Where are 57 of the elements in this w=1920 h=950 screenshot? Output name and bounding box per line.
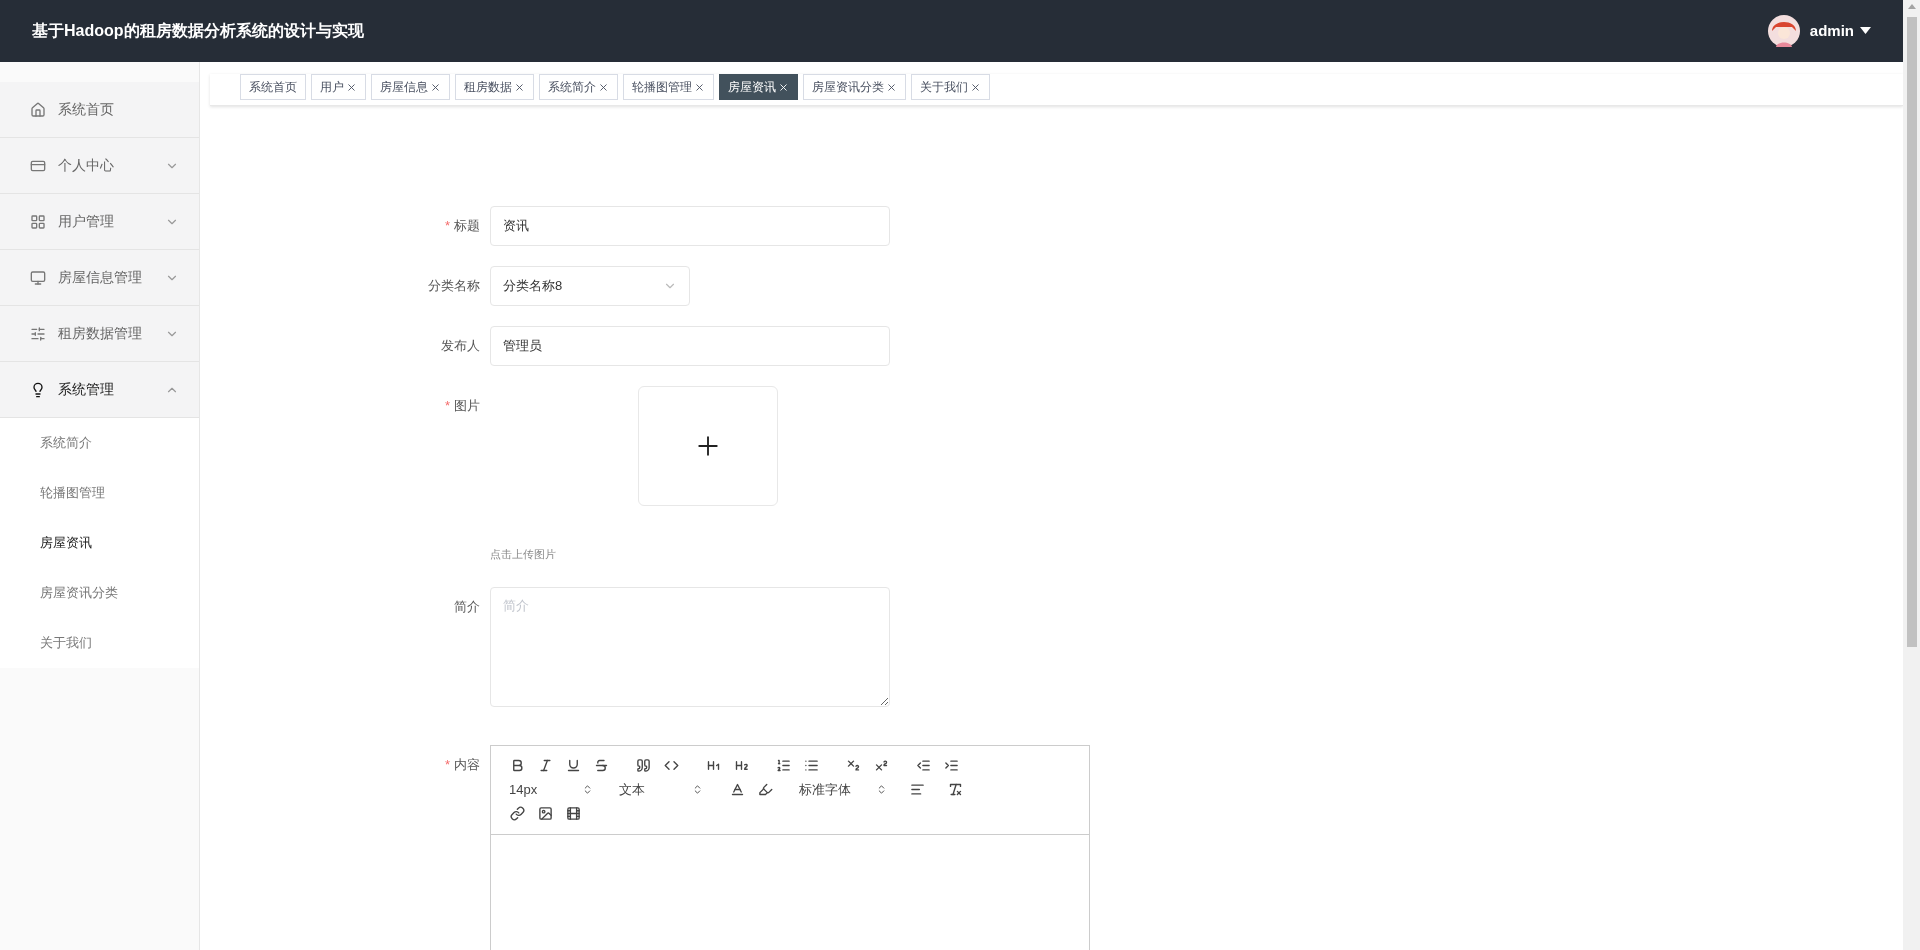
font-picker[interactable]: 文本 xyxy=(613,777,709,802)
close-icon[interactable] xyxy=(514,81,525,93)
lightbulb-icon xyxy=(30,381,46,398)
page-tab[interactable]: 房屋信息 xyxy=(371,74,450,100)
select-field[interactable]: 分类名称8 xyxy=(490,266,690,306)
field-label: 发布人 xyxy=(441,337,480,356)
updown-icon xyxy=(876,784,887,795)
page-tab[interactable]: 轮播图管理 xyxy=(623,74,714,100)
font-picker[interactable]: 标准字体 xyxy=(793,777,893,802)
submenu-item[interactable]: 关于我们 xyxy=(0,618,199,668)
page-tab[interactable]: 租房数据 xyxy=(455,74,534,100)
field-label: 分类名称 xyxy=(428,277,480,296)
close-icon[interactable] xyxy=(346,81,357,93)
sidebar-item[interactable]: 个人中心 xyxy=(0,138,199,194)
close-icon[interactable] xyxy=(778,81,789,93)
page-tab[interactable]: 关于我们 xyxy=(911,74,990,100)
upload-hint: 点击上传图片 xyxy=(490,547,557,562)
submenu-item[interactable]: 房屋资讯 xyxy=(0,518,199,568)
sidebar-item[interactable]: 租房数据管理 xyxy=(0,306,199,362)
field-label: * 内容 xyxy=(444,755,480,774)
field-label: * 标题 xyxy=(444,217,480,236)
caret-down-icon[interactable] xyxy=(1860,27,1871,35)
app-title: 基于Hadoop的租房数据分析系统的设计与实现 xyxy=(32,21,365,41)
field-label: 简介 xyxy=(454,597,480,616)
submenu-item[interactable]: 轮播图管理 xyxy=(0,468,199,518)
sidebar-item[interactable]: 系统首页 xyxy=(0,82,199,138)
scroll-up-arrow-icon xyxy=(1907,4,1916,9)
updown-icon xyxy=(692,784,703,795)
sidebar-item[interactable]: 房屋信息管理 xyxy=(0,250,199,306)
submenu-item[interactable]: 房屋资讯分类 xyxy=(0,568,199,618)
text-field[interactable]: 管理员 xyxy=(490,326,890,366)
sliders-icon xyxy=(30,325,46,342)
home-icon xyxy=(30,101,46,118)
text-field[interactable]: 资讯 xyxy=(490,206,890,246)
font-picker[interactable]: 14px xyxy=(503,777,599,802)
sidebar-item[interactable]: 系统管理 xyxy=(0,362,199,418)
close-icon[interactable] xyxy=(886,81,897,93)
text-area[interactable]: 简介 xyxy=(490,586,890,707)
scroll-thumb[interactable] xyxy=(1906,17,1917,647)
monitor-icon xyxy=(30,269,46,286)
updown-icon xyxy=(582,784,593,795)
close-icon[interactable] xyxy=(598,81,609,93)
page-tab[interactable]: 系统简介 xyxy=(539,74,618,100)
page-tab[interactable]: 房屋资讯 xyxy=(719,74,798,100)
page-tab[interactable]: 房屋资讯分类 xyxy=(803,74,906,100)
user-name[interactable]: admin xyxy=(1809,19,1854,43)
page-tab[interactable]: 系统首页 xyxy=(240,74,306,100)
rich-text-editor[interactable]: 14px 文本 标准字体 xyxy=(490,744,1090,950)
close-icon[interactable] xyxy=(694,81,705,93)
field-label: * 图片 xyxy=(444,397,480,416)
page-tab[interactable]: 用户 xyxy=(311,74,366,100)
avatar-icon xyxy=(1767,15,1800,47)
submenu-item[interactable]: 系统简介 xyxy=(0,418,199,468)
close-icon[interactable] xyxy=(430,81,441,93)
close-icon[interactable] xyxy=(970,81,981,93)
sidebar-item[interactable]: 用户管理 xyxy=(0,194,199,250)
grid-icon xyxy=(30,213,46,230)
